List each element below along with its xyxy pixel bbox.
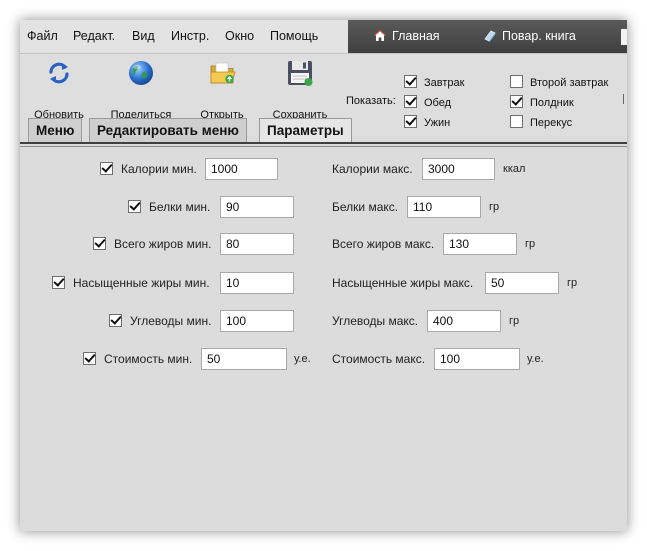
calories-min-text: Калории мин. — [121, 162, 197, 176]
menu-help[interactable]: Помощь — [270, 20, 318, 53]
folder-icon — [210, 62, 236, 84]
tab-divider — [20, 142, 627, 144]
meal-breakfast-label: Завтрак — [424, 77, 465, 89]
globe-icon — [129, 61, 153, 85]
cost-checkbox[interactable] — [83, 352, 96, 365]
meal-snack-afternoon-checkbox[interactable] — [510, 95, 523, 108]
protein-min-text: Белки мин. — [149, 200, 211, 214]
protein-min-label[interactable]: Белки мин. — [128, 199, 210, 215]
protein-max-label: Белки макс. — [332, 200, 399, 214]
cost-min-label[interactable]: Стоимость мин. — [83, 351, 192, 367]
meal-lunch-checkbox[interactable] — [404, 95, 417, 108]
meal-snack-afternoon[interactable]: Полдник — [510, 95, 574, 110]
saturated-fat-min-label[interactable]: Насыщенные жиры мин. — [52, 275, 210, 291]
nav-overflow-edge — [621, 29, 627, 45]
saturated-fat-min-text: Насыщенные жиры мин. — [73, 276, 210, 290]
menu-file[interactable]: Файл — [27, 20, 58, 53]
calories-checkbox[interactable] — [100, 162, 113, 175]
carbs-unit: гр — [509, 315, 520, 327]
protein-unit: гр — [489, 201, 500, 213]
saturated-fat-min-input[interactable] — [220, 272, 294, 294]
menu-window[interactable]: Окно — [225, 20, 254, 53]
meal-breakfast-checkbox[interactable] — [404, 75, 417, 88]
tab-menu[interactable]: Меню — [28, 118, 83, 142]
meal-second-breakfast-label: Второй завтрак — [530, 77, 609, 89]
menu-tools[interactable]: Инстр. — [171, 20, 209, 53]
nav-cookbook-label: Повар. книга — [502, 29, 576, 43]
nav-strip: Главная Повар. книга — [348, 20, 627, 53]
show-label: Показать: — [346, 95, 396, 107]
parameters-panel: Калории мин. Калории макс. ккал Белки ми… — [20, 148, 627, 531]
carbs-checkbox[interactable] — [109, 314, 122, 327]
protein-min-input[interactable] — [220, 196, 294, 218]
floppy-icon — [288, 61, 313, 86]
carbs-min-text: Углеводы мин. — [130, 314, 212, 328]
calories-min-input[interactable] — [205, 158, 278, 180]
tab-divider-shadow — [20, 146, 627, 147]
saturated-fat-unit: гр — [567, 277, 578, 289]
menu-edit[interactable]: Редакт. — [73, 20, 115, 53]
total-fat-max-input[interactable] — [443, 233, 517, 255]
nav-home[interactable]: Главная — [373, 20, 440, 53]
menu-view[interactable]: Вид — [132, 20, 155, 53]
saturated-fat-checkbox[interactable] — [52, 276, 65, 289]
nav-cookbook[interactable]: Повар. книга — [483, 20, 576, 53]
carbs-min-label[interactable]: Углеводы мин. — [109, 313, 211, 329]
book-icon — [484, 30, 496, 42]
total-fat-checkbox[interactable] — [93, 237, 106, 250]
carbs-max-input[interactable] — [427, 310, 501, 332]
cost-min-unit: у.е. — [294, 353, 311, 365]
app-window: Файл Редакт. Вид Инстр. Окно Помощь Глав… — [20, 20, 627, 531]
total-fat-unit: гр — [525, 238, 536, 250]
nav-home-label: Главная — [392, 29, 440, 43]
cost-min-text: Стоимость мин. — [104, 352, 193, 366]
home-icon — [374, 30, 386, 41]
cost-max-unit: у.е. — [527, 353, 544, 365]
menu-bar: Файл Редакт. Вид Инстр. Окно Помощь Глав… — [20, 20, 627, 54]
calories-min-label[interactable]: Калории мин. — [100, 161, 197, 177]
meal-second-breakfast[interactable]: Второй завтрак — [510, 75, 608, 90]
carbs-min-input[interactable] — [220, 310, 294, 332]
meal-second-breakfast-checkbox[interactable] — [510, 75, 523, 88]
tab-parameters[interactable]: Параметры — [259, 118, 352, 143]
cost-max-input[interactable] — [434, 348, 520, 370]
total-fat-max-label: Всего жиров макс. — [332, 237, 435, 251]
toolbar-overflow-mark — [623, 94, 624, 104]
saturated-fat-max-label: Насыщенные жиры макс. — [332, 276, 474, 290]
refresh-icon — [49, 62, 69, 84]
calories-unit: ккал — [503, 163, 526, 175]
protein-max-input[interactable] — [407, 196, 481, 218]
carbs-max-label: Углеводы макс. — [332, 314, 419, 328]
protein-checkbox[interactable] — [128, 200, 141, 213]
meal-lunch-label: Обед — [424, 97, 452, 109]
saturated-fat-max-input[interactable] — [485, 272, 559, 294]
meal-lunch[interactable]: Обед — [404, 95, 451, 110]
meal-breakfast[interactable]: Завтрак — [404, 75, 464, 90]
cost-min-input[interactable] — [201, 348, 287, 370]
calories-max-label: Калории макс. — [332, 162, 413, 176]
tab-edit-menu[interactable]: Редактировать меню — [89, 118, 247, 142]
calories-max-input[interactable] — [422, 158, 495, 180]
total-fat-min-text: Всего жиров мин. — [114, 237, 212, 251]
meal-snack-afternoon-label: Полдник — [530, 97, 574, 109]
cost-max-label: Стоимость макс. — [332, 352, 426, 366]
total-fat-min-label[interactable]: Всего жиров мин. — [93, 236, 212, 252]
total-fat-min-input[interactable] — [220, 233, 294, 255]
